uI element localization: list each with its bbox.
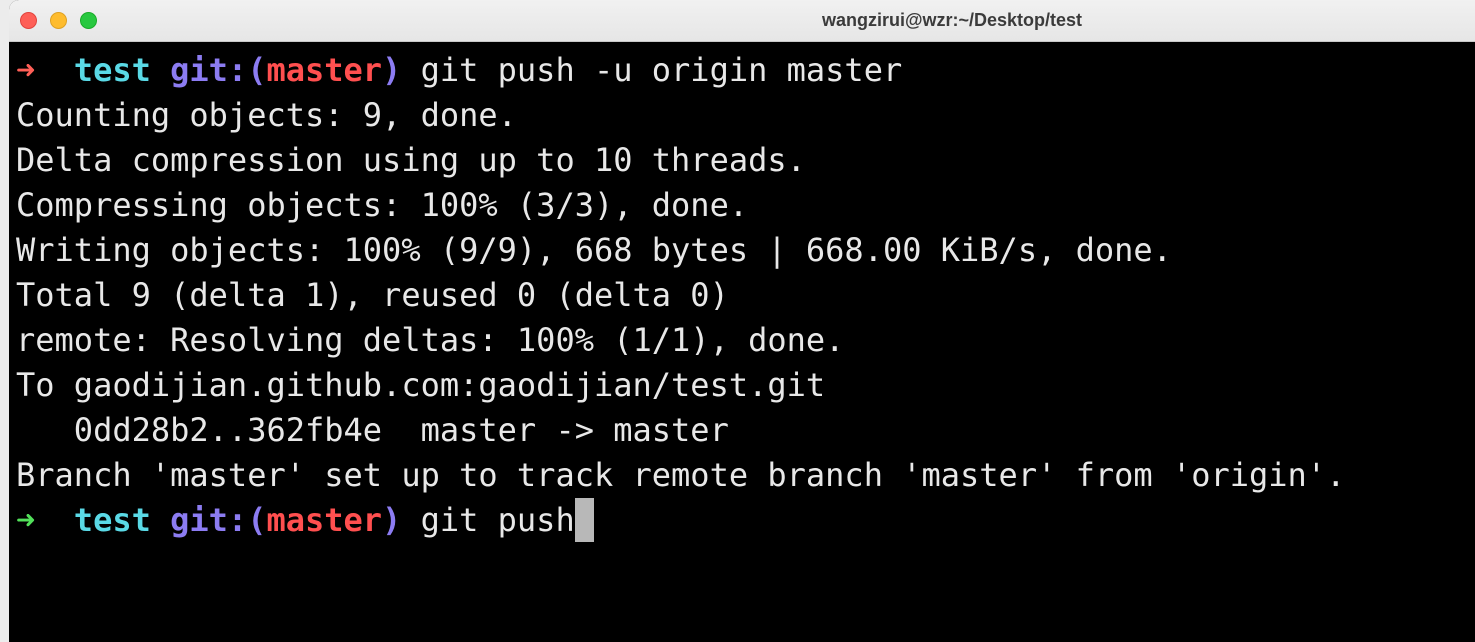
prompt-branch: master	[266, 501, 383, 539]
output-line: 0dd28b2..362fb4e master -> master	[16, 411, 729, 449]
output-line: Delta compression using up to 10 threads…	[16, 141, 806, 179]
output-line: Compressing objects: 100% (3/3), done.	[16, 186, 749, 224]
command-text: git push -u origin master	[420, 51, 903, 89]
output-line: Writing objects: 100% (9/9), 668 bytes |…	[16, 231, 1172, 269]
prompt-branch: master	[266, 51, 383, 89]
prompt-arrow-icon: ➜	[16, 51, 36, 89]
prompt-arrow-icon: ➜	[16, 501, 36, 539]
text-cursor	[574, 498, 594, 542]
output-line: To gaodijian.github.com:gaodijian/test.g…	[16, 366, 826, 404]
prompt-directory: test	[73, 501, 151, 539]
output-line: Total 9 (delta 1), reused 0 (delta 0)	[16, 276, 729, 314]
output-line: Branch 'master' set up to track remote b…	[16, 456, 1346, 494]
prompt-directory: test	[73, 51, 151, 89]
prompt-git-suffix: )	[382, 501, 402, 539]
prompt-line-1: ➜ test git:(master) git push -u origin m…	[16, 48, 1475, 93]
terminal-window: wangzirui@wzr:~/Desktop/test ➜ test git:…	[9, 0, 1475, 642]
output-line: Counting objects: 9, done.	[16, 96, 517, 134]
prompt-git-suffix: )	[382, 51, 402, 89]
command-input-text[interactable]: git push	[421, 501, 575, 539]
title-bar[interactable]: wangzirui@wzr:~/Desktop/test	[9, 0, 1475, 42]
prompt-line-2[interactable]: ➜ test git:(master) git push	[16, 498, 1475, 543]
terminal-output[interactable]: ➜ test git:(master) git push -u origin m…	[16, 48, 1475, 642]
prompt-git-prefix: git:(	[170, 51, 267, 89]
window-title: wangzirui@wzr:~/Desktop/test	[821, 10, 1083, 30]
prompt-git-prefix: git:(	[170, 501, 267, 539]
output-line: remote: Resolving deltas: 100% (1/1), do…	[16, 321, 845, 359]
